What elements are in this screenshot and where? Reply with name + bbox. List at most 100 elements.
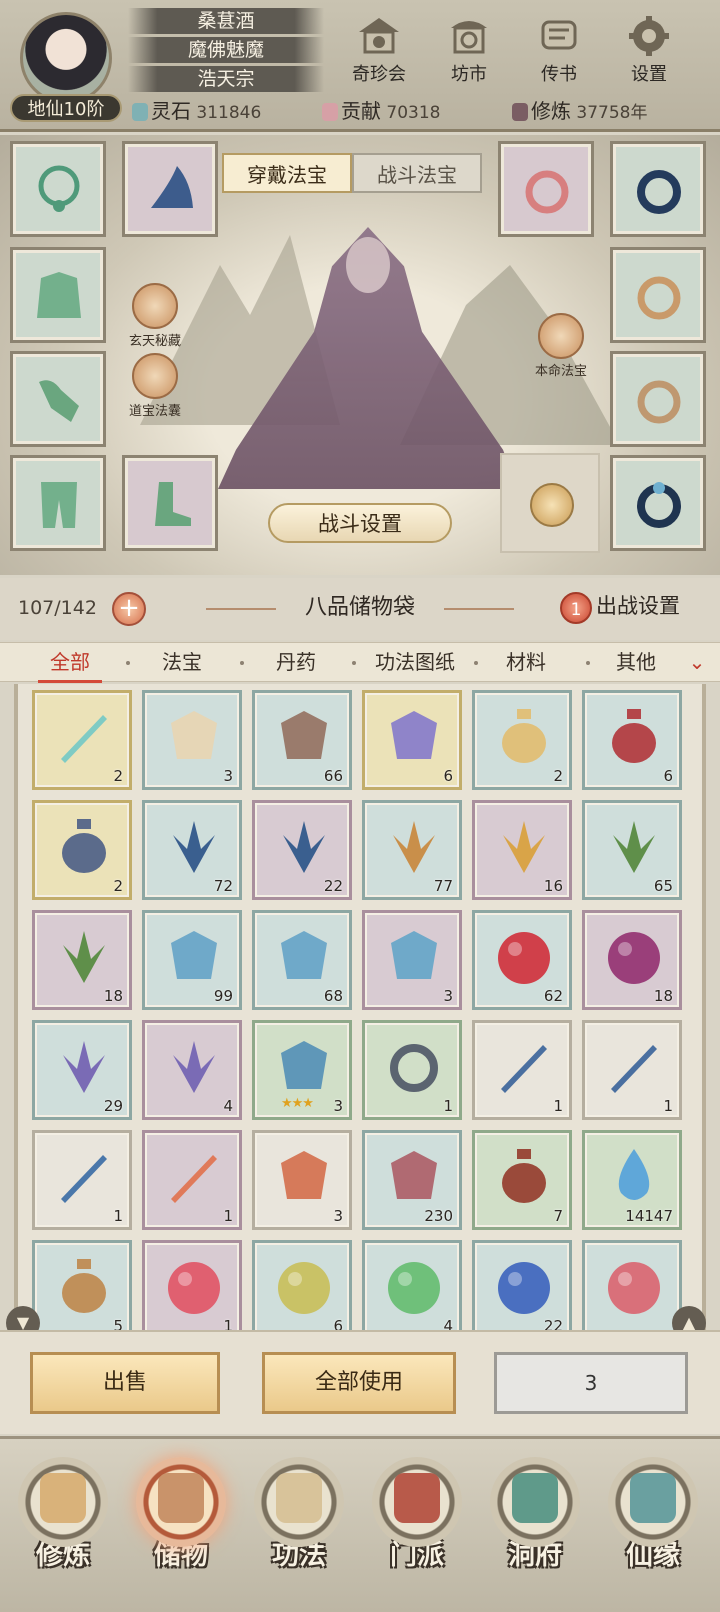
inventory-item[interactable]: 65 <box>582 800 682 900</box>
secret-treasury-button[interactable]: 玄天秘藏 <box>110 283 200 349</box>
equip-slot-necklace[interactable] <box>10 141 106 237</box>
player-avatar[interactable]: 地仙10阶 <box>8 6 124 122</box>
nav-immortal-fate[interactable]: 仙缘 <box>598 1457 708 1607</box>
tab-materials[interactable]: 材料 <box>494 643 558 683</box>
item-count: 62 <box>543 987 563 1005</box>
tab-wear-treasure[interactable]: 穿戴法宝 <box>222 153 352 193</box>
inventory-item[interactable]: 16 <box>472 800 572 900</box>
inventory-item[interactable]: 2 <box>472 690 572 790</box>
inventory-item[interactable]: 4 <box>362 1240 462 1340</box>
avatar-portrait <box>20 12 112 104</box>
spirit-stone-icon <box>132 103 148 121</box>
inventory-item[interactable]: 62 <box>472 910 572 1010</box>
inventory-item[interactable]: 22 <box>472 1240 572 1340</box>
item-count: 66 <box>323 767 343 785</box>
inventory-item[interactable]: 29 <box>32 1020 132 1120</box>
nav-cave-dwelling[interactable]: 洞府 <box>480 1457 590 1607</box>
inventory-item[interactable]: 1 <box>362 1020 462 1120</box>
inventory-item[interactable]: 6 <box>582 690 682 790</box>
expand-bag-button[interactable]: + <box>112 592 146 626</box>
inventory-item[interactable]: 99 <box>142 910 242 1010</box>
equip-slot-boots[interactable] <box>122 455 218 551</box>
equip-slot-gloves[interactable] <box>10 351 106 447</box>
category-tabs: 全部 法宝 丹药 功法图纸 材料 其他 ⌄ <box>0 642 720 683</box>
inventory-item[interactable]: 1 <box>472 1020 572 1120</box>
use-all-button[interactable]: 全部使用 <box>262 1352 456 1414</box>
inventory-item[interactable]: 68 <box>252 910 352 1010</box>
inventory-item[interactable]: 1 <box>142 1240 242 1340</box>
robe-icon <box>37 272 81 318</box>
tab-techniques[interactable]: 功法图纸 <box>360 643 470 683</box>
item-count: 68 <box>323 987 343 1005</box>
item-count: 16 <box>543 877 563 895</box>
settings-button[interactable]: 设置 <box>608 14 690 85</box>
immortal-fate-icon <box>608 1457 698 1547</box>
inventory-item[interactable]: 7 <box>472 1130 572 1230</box>
item-count: 3 <box>333 1207 343 1225</box>
tab-pills[interactable]: 丹药 <box>264 643 328 683</box>
inventory-item[interactable]: 18 <box>582 910 682 1010</box>
inventory-item[interactable]: 3 <box>362 910 462 1010</box>
equip-slot-ring-1[interactable] <box>498 141 594 237</box>
natal-treasure-button[interactable]: 本命法宝 <box>516 313 606 379</box>
locked-slot[interactable] <box>500 453 600 553</box>
inventory-item[interactable]: 3 <box>142 690 242 790</box>
inventory-item[interactable]: 5 <box>32 1240 132 1340</box>
inventory-item[interactable]: 6 <box>252 1240 352 1340</box>
market-icon <box>445 14 493 58</box>
equip-slot-robe[interactable] <box>10 247 106 343</box>
nav-technique-scroll[interactable]: 功法 <box>244 1457 354 1607</box>
equip-slot-hat[interactable] <box>122 141 218 237</box>
fight-settings-button[interactable]: 战斗设置 <box>268 503 452 543</box>
nav-storage-bag[interactable]: 储物 <box>126 1457 236 1607</box>
inventory-grid[interactable]: 2 3 66 6 2 6 2 72 22 77 16 65 18 99 68 3 62 18 29 4 ★★★ 3 1 1 1 1… <box>14 684 706 1364</box>
item-count: 65 <box>653 877 673 895</box>
tab-others[interactable]: 其他 <box>604 643 668 683</box>
quantity-field[interactable]: 3 <box>494 1352 688 1414</box>
inventory-item[interactable]: 22 <box>252 800 352 900</box>
inventory-item[interactable]: 3 <box>252 1130 352 1230</box>
inventory-item[interactable]: 1 <box>32 1130 132 1230</box>
equip-slot-pants[interactable] <box>10 455 106 551</box>
inventory-item[interactable]: 6 <box>362 690 462 790</box>
message-button[interactable]: 传书 <box>518 14 600 85</box>
equip-slot-ring-2[interactable] <box>610 141 706 237</box>
item-count: 1 <box>443 1097 453 1115</box>
star-rating: ★★★ <box>281 1096 314 1111</box>
inventory-item[interactable]: 2 <box>32 800 132 900</box>
tab-treasure[interactable]: 法宝 <box>150 643 214 683</box>
item-count: 18 <box>653 987 673 1005</box>
market-button[interactable]: 坊市 <box>428 14 510 85</box>
inventory-item[interactable]: 1 <box>142 1130 242 1230</box>
sell-button[interactable]: 出售 <box>30 1352 220 1414</box>
player-name: 桑葚酒 <box>128 8 324 34</box>
inventory-item[interactable] <box>582 1240 682 1340</box>
equip-slot-ring-4[interactable] <box>610 351 706 447</box>
treasure-pavilion-button[interactable]: 奇珍会 <box>338 14 420 85</box>
inventory-item[interactable]: 14147 <box>582 1130 682 1230</box>
nav-cultivate[interactable]: 修炼 <box>8 1457 118 1607</box>
tab-battle-treasure[interactable]: 战斗法宝 <box>352 153 482 193</box>
inventory-item[interactable]: 72 <box>142 800 242 900</box>
inventory-item[interactable]: 4 <box>142 1020 242 1120</box>
inventory-item[interactable]: ★★★ 3 <box>252 1020 352 1120</box>
inventory-item[interactable]: 77 <box>362 800 462 900</box>
equip-slot-ring-5[interactable] <box>610 455 706 551</box>
tab-all[interactable]: 全部 <box>38 643 102 683</box>
item-count: 6 <box>443 767 453 785</box>
inventory-item[interactable]: 2 <box>32 690 132 790</box>
action-bar: 出售 全部使用 3 <box>0 1330 720 1434</box>
battle-settings-button[interactable]: 出战设置 <box>596 586 680 626</box>
inventory-item[interactable]: 18 <box>32 910 132 1010</box>
nav-sect-gate[interactable]: 门派 <box>362 1457 472 1607</box>
dao-bag-button[interactable]: 道宝法囊 <box>110 353 200 419</box>
equip-slot-ring-3[interactable] <box>610 247 706 343</box>
item-count: 1 <box>663 1097 673 1115</box>
inventory-item[interactable]: 1 <box>582 1020 682 1120</box>
item-count: 18 <box>103 987 123 1005</box>
chevron-down-icon[interactable]: ⌄ <box>686 651 708 673</box>
item-count: 6 <box>663 767 673 785</box>
bag-header: 107/142 + 八品储物袋 1 出战设置 <box>0 578 720 640</box>
inventory-item[interactable]: 66 <box>252 690 352 790</box>
inventory-item[interactable]: 230 <box>362 1130 462 1230</box>
